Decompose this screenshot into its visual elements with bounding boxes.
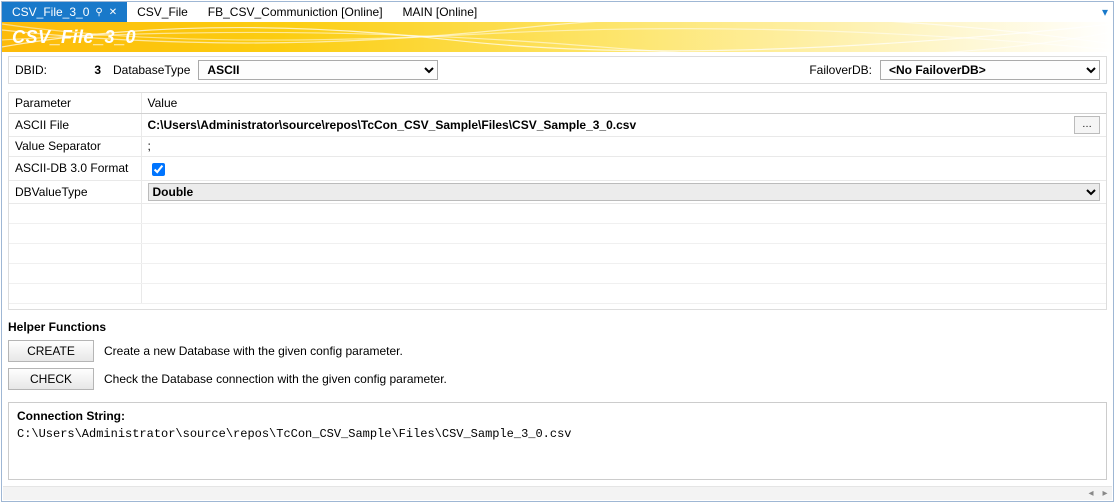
tab-label: MAIN [Online] (403, 5, 478, 19)
table-row (9, 243, 1106, 263)
param-value-separator[interactable]: ; (141, 136, 1106, 156)
param-value-ascii-file[interactable]: C:\Users\Administrator\source\repos\TcCo… (141, 113, 1064, 136)
connection-string-panel: Connection String: C:\Users\Administrato… (8, 402, 1107, 480)
tab-label: CSV_File (137, 5, 188, 19)
param-row-value-separator: Value Separator ; (9, 136, 1106, 156)
db-value-type-select[interactable]: Double (148, 183, 1101, 201)
check-description: Check the Database connection with the g… (104, 372, 447, 386)
param-label: Value Separator (9, 136, 141, 156)
browse-file-button[interactable]: … (1074, 116, 1100, 134)
database-type-select[interactable]: ASCII (198, 60, 438, 80)
dbid-label: DBID: (15, 63, 47, 77)
param-label: DBValueType (9, 180, 141, 203)
scroll-right-icon[interactable]: ▸ (1098, 487, 1112, 501)
connection-string-value: C:\Users\Administrator\source\repos\TcCo… (17, 427, 1098, 441)
scroll-left-icon[interactable]: ◂ (1084, 487, 1098, 501)
table-row (9, 283, 1106, 303)
table-row (9, 203, 1106, 223)
helper-title: Helper Functions (8, 320, 1107, 334)
parameter-grid: Parameter Value ASCII File C:\Users\Admi… (8, 92, 1107, 310)
param-label: ASCII File (9, 113, 141, 136)
chevron-down-icon: ▾ (1102, 5, 1108, 19)
param-row-ascii-file: ASCII File C:\Users\Administrator\source… (9, 113, 1106, 136)
page-banner: CSV_File_3_0 (2, 22, 1113, 52)
create-description: Create a new Database with the given con… (104, 344, 403, 358)
ascii-db-format-checkbox[interactable] (152, 163, 165, 176)
column-header-parameter[interactable]: Parameter (9, 93, 141, 113)
failover-label: FailoverDB: (809, 63, 872, 77)
close-icon[interactable]: ✕ (109, 7, 117, 18)
tab-main-online[interactable]: MAIN [Online] (393, 2, 488, 22)
create-button[interactable]: CREATE (8, 340, 94, 362)
tab-overflow-button[interactable]: ▾ (1097, 2, 1113, 22)
dbtype-label: DatabaseType (113, 63, 190, 77)
tab-label: FB_CSV_Communiction [Online] (208, 5, 383, 19)
check-button[interactable]: CHECK (8, 368, 94, 390)
ellipsis-icon: … (1082, 120, 1092, 130)
horizontal-scrollbar[interactable]: ◂ ▸ (3, 486, 1112, 500)
page-title: CSV_File_3_0 (12, 27, 136, 48)
tab-label: CSV_File_3_0 (12, 5, 89, 19)
helper-functions: Helper Functions CREATE Create a new Dat… (8, 320, 1107, 396)
banner-decoration (2, 22, 1113, 52)
column-header-value[interactable]: Value (141, 93, 1106, 113)
table-row (9, 223, 1106, 243)
connection-string-title: Connection String: (17, 409, 1098, 423)
tab-csv-file-3-0[interactable]: CSV_File_3_0 ⚲ ✕ (2, 2, 127, 22)
param-row-dbvaluetype: DBValueType Double (9, 180, 1106, 203)
tab-fb-csv-communication[interactable]: FB_CSV_Communiction [Online] (198, 2, 393, 22)
tab-csv-file[interactable]: CSV_File (127, 2, 198, 22)
tab-strip: CSV_File_3_0 ⚲ ✕ CSV_File FB_CSV_Communi… (2, 2, 1113, 22)
table-row (9, 263, 1106, 283)
db-config-row: DBID: DatabaseType ASCII FailoverDB: <No… (8, 56, 1107, 84)
dbid-input[interactable] (55, 62, 105, 78)
param-label: ASCII-DB 3.0 Format (9, 156, 141, 180)
failover-db-select[interactable]: <No FailoverDB> (880, 60, 1100, 80)
pin-icon[interactable]: ⚲ (95, 7, 102, 18)
param-row-ascii-db-format: ASCII-DB 3.0 Format (9, 156, 1106, 180)
